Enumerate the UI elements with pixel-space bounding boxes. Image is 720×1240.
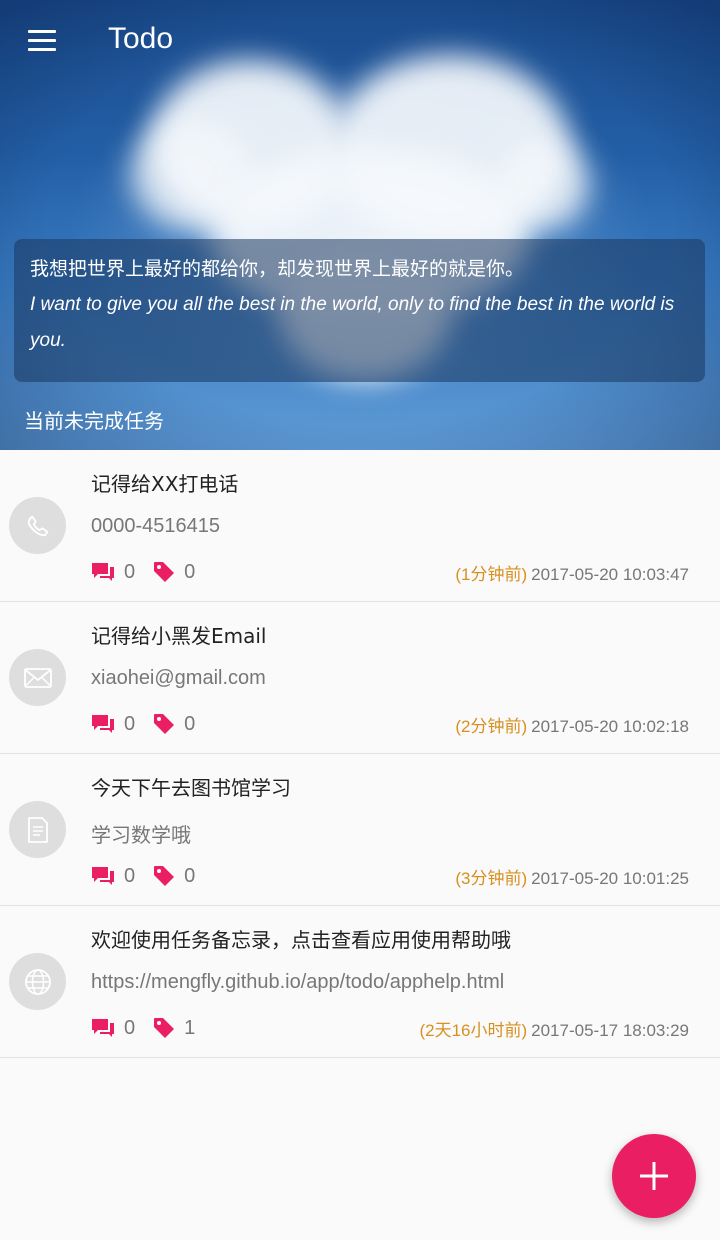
tag-icon — [153, 713, 175, 735]
task-title: 欢迎使用任务备忘录，点击查看应用使用帮助哦 — [91, 928, 511, 952]
task-meta: 0 0 — [91, 558, 213, 586]
app-bar: Todo — [0, 0, 720, 84]
quote-english: I want to give you all the best in the w… — [30, 294, 675, 351]
comment-icon — [91, 562, 115, 582]
task-datetime: 2017-05-20 10:03:47 — [531, 565, 689, 584]
comment-icon — [91, 1018, 115, 1038]
add-task-button[interactable] — [612, 1134, 696, 1218]
task-title: 记得给XX打电话 — [91, 472, 239, 496]
tag-count: 0 — [184, 560, 196, 583]
task-title: 记得给小黑发Email — [91, 624, 267, 648]
quote-chinese: 我想把世界上最好的都给你，却发现世界上最好的就是你。 — [30, 258, 525, 280]
phone-icon — [9, 497, 66, 554]
globe-icon — [9, 953, 66, 1010]
task-subtitle: xiaohei@gmail.com — [91, 667, 266, 689]
task-meta: 0 0 — [91, 862, 213, 890]
app-title: Todo — [108, 22, 174, 55]
tag-icon — [153, 561, 175, 583]
task-meta: 0 1 — [91, 1014, 213, 1042]
task-title: 今天下午去图书馆学习 — [91, 776, 291, 800]
task-time: (2天16小时前) 2017-05-17 18:03:29 — [419, 1016, 689, 1041]
document-icon — [9, 801, 66, 858]
task-item[interactable]: 欢迎使用任务备忘录，点击查看应用使用帮助哦 https://mengfly.gi… — [0, 906, 720, 1058]
plus-icon — [640, 1162, 668, 1190]
task-subtitle: 0000-4516415 — [91, 515, 221, 537]
email-icon — [9, 649, 66, 706]
task-time: (2分钟前) 2017-05-20 10:02:18 — [455, 712, 689, 737]
hamburger-menu-icon[interactable] — [28, 30, 56, 52]
task-subtitle[interactable]: https://mengfly.github.io/app/todo/apphe… — [91, 971, 504, 994]
task-subtitle: 学习数学哦 — [91, 825, 191, 847]
task-time: (1分钟前) 2017-05-20 10:03:47 — [455, 560, 689, 585]
comment-count: 0 — [124, 864, 136, 887]
task-item[interactable]: 记得给XX打电话 0000-4516415 0 0 (1分钟前) 2017-05-… — [0, 450, 720, 602]
comment-count: 0 — [124, 712, 136, 735]
tag-count: 0 — [184, 864, 196, 887]
task-datetime: 2017-05-17 18:03:29 — [531, 1021, 689, 1040]
comment-count: 0 — [124, 560, 136, 583]
tag-count: 0 — [184, 712, 196, 735]
tag-icon — [153, 1017, 175, 1039]
quote-card: 我想把世界上最好的都给你，却发现世界上最好的就是你。 I want to giv… — [14, 239, 705, 382]
task-datetime: 2017-05-20 10:02:18 — [531, 717, 689, 736]
task-item[interactable]: 记得给小黑发Email xiaohei@gmail.com 0 0 (2分钟前)… — [0, 602, 720, 754]
time-ago: (1分钟前) — [455, 565, 528, 584]
task-datetime: 2017-05-20 10:01:25 — [531, 869, 689, 888]
time-ago: (2分钟前) — [455, 717, 528, 736]
comment-icon — [91, 866, 115, 886]
section-title: 当前未完成任务 — [24, 409, 164, 433]
comment-count: 0 — [124, 1016, 136, 1039]
task-time: (3分钟前) 2017-05-20 10:01:25 — [455, 864, 689, 889]
header-banner: Todo 我想把世界上最好的都给你，却发现世界上最好的就是你。 I want t… — [0, 0, 720, 450]
time-ago: (3分钟前) — [455, 869, 528, 888]
task-meta: 0 0 — [91, 710, 213, 738]
task-item[interactable]: 今天下午去图书馆学习 学习数学哦 0 0 (3分钟前) 2017-05-20 10… — [0, 754, 720, 906]
time-ago: (2天16小时前) — [419, 1021, 528, 1040]
tag-icon — [153, 865, 175, 887]
comment-icon — [91, 714, 115, 734]
task-list: 记得给XX打电话 0000-4516415 0 0 (1分钟前) 2017-05-… — [0, 450, 720, 1058]
tag-count: 1 — [184, 1016, 196, 1039]
